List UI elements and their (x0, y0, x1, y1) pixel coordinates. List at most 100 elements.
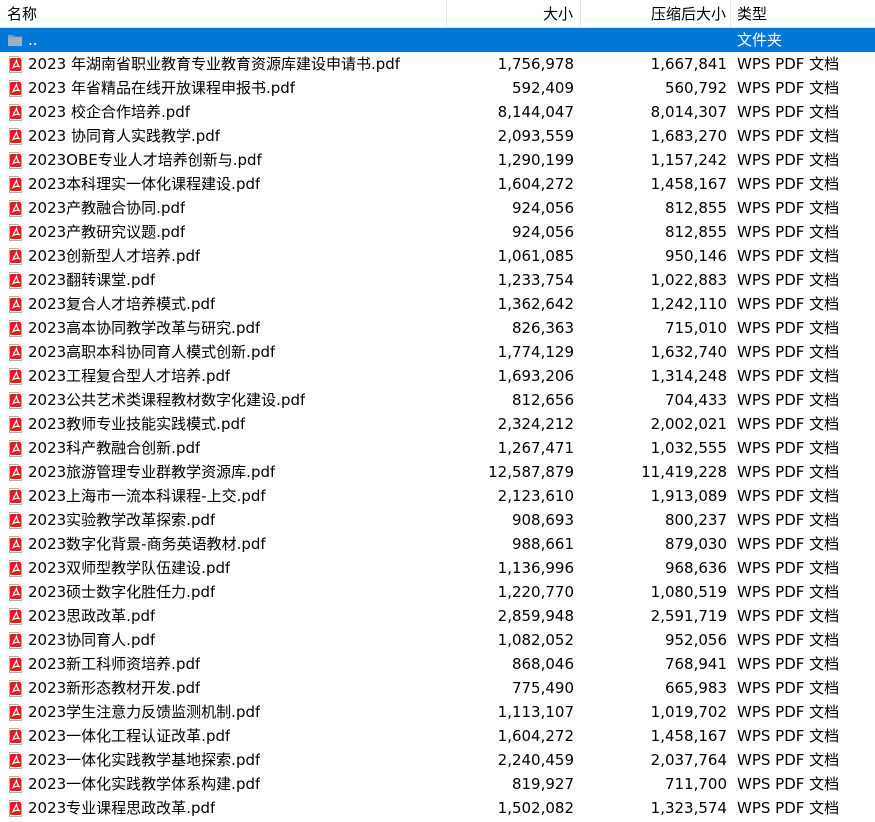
file-row[interactable]: 2023OBE专业人才培养创新与.pdf 1,290,199 1,157,242 WP… (0, 148, 875, 172)
file-name: 2023上海市一流本科课程-上交.pdf (28, 487, 266, 505)
file-packed-size: 1,314,248 (650, 367, 727, 385)
pdf-file-icon (7, 679, 23, 697)
file-size: 908,693 (511, 511, 574, 529)
file-name: 2023新工科师资培养.pdf (28, 655, 201, 673)
file-row[interactable]: 2023工程复合型人才培养.pdf 1,693,206 1,314,248 WPS P… (0, 364, 875, 388)
file-name: 2023本科理实一体化课程建设.pdf (28, 175, 261, 193)
file-row[interactable]: 2023高职本科协同育人模式创新.pdf 1,774,129 1,632,740 WP… (0, 340, 875, 364)
file-row[interactable]: 2023一体化工程认证改革.pdf 1,604,272 1,458,167 WPS P… (0, 724, 875, 748)
file-row[interactable]: 2023复合人才培养模式.pdf 1,362,642 1,242,110 WPS PD… (0, 292, 875, 316)
file-size: 1,082,052 (497, 631, 574, 649)
file-name: 2023翻转课堂.pdf (28, 271, 156, 289)
parent-folder-row[interactable]: .. 文件夹 (0, 28, 875, 52)
file-row[interactable]: 2023上海市一流本科课程-上交.pdf 2,123,610 1,913,089 WP… (0, 484, 875, 508)
pdf-file-icon (7, 535, 23, 553)
file-row[interactable]: 2023 协同育人实践教学.pdf 2,093,559 1,683,270 WPS P… (0, 124, 875, 148)
file-size: 2,240,459 (497, 751, 574, 769)
file-packed-size: 704,433 (664, 391, 727, 409)
file-type: WPS PDF 文档 (737, 775, 840, 793)
file-row[interactable]: 2023一体化实践教学体系构建.pdf 819,927 711,700 WPS PDF… (0, 772, 875, 796)
file-row[interactable]: 2023高本协同教学改革与研究.pdf 826,363 715,010 WPS PDF… (0, 316, 875, 340)
file-name-cell: 2023教师专业技能实践模式.pdf (0, 412, 447, 436)
file-name: 2023数字化背景-商务英语教材.pdf (28, 535, 266, 553)
file-name: 2023高本协同教学改革与研究.pdf (28, 319, 261, 337)
file-size: 1,693,206 (497, 367, 574, 385)
file-name: 2023产教研究议题.pdf (28, 223, 186, 241)
file-row[interactable]: 2023实验教学改革探索.pdf 908,693 800,237 WPS PDF 文档 (0, 508, 875, 532)
file-row[interactable]: 2023思政改革.pdf 2,859,948 2,591,719 WPS PDF 文档 (0, 604, 875, 628)
column-header-type-label: 类型 (737, 5, 768, 23)
file-size: 1,604,272 (497, 727, 574, 745)
file-type: WPS PDF 文档 (737, 367, 840, 385)
file-list[interactable]: 名称 ^ 大小 压缩后大小 类型 .. 文 (0, 0, 875, 822)
file-row[interactable]: 2023 校企合作培养.pdf 8,144,047 8,014,307 WPS PDF… (0, 100, 875, 124)
file-size: 2,324,212 (497, 415, 574, 433)
file-row[interactable]: 2023产教融合协同.pdf 924,056 812,855 WPS PDF 文档 (0, 196, 875, 220)
file-type: WPS PDF 文档 (737, 319, 840, 337)
file-packed-size: 8,014,307 (650, 103, 727, 121)
file-size: 2,093,559 (497, 127, 574, 145)
file-row[interactable]: 2023一体化实践教学基地探索.pdf 2,240,459 2,037,764 WPS… (0, 748, 875, 772)
file-type: WPS PDF 文档 (737, 631, 840, 649)
file-type: WPS PDF 文档 (737, 103, 840, 121)
file-row[interactable]: 2023双师型教学队伍建设.pdf 1,136,996 968,636 WPS PDF… (0, 556, 875, 580)
pdf-file-icon (7, 415, 23, 433)
pdf-file-icon (7, 247, 23, 265)
file-row[interactable]: 2023专业课程思政改革.pdf 1,502,082 1,323,574 WPS PD… (0, 796, 875, 820)
file-type: WPS PDF 文档 (737, 655, 840, 673)
file-type: WPS PDF 文档 (737, 559, 840, 577)
file-row[interactable]: 2023协同育人.pdf 1,082,052 952,056 WPS PDF 文档 (0, 628, 875, 652)
file-type: WPS PDF 文档 (737, 439, 840, 457)
file-row[interactable]: 2023产教研究议题.pdf 924,056 812,855 WPS PDF 文档 (0, 220, 875, 244)
file-size: 1,502,082 (497, 799, 574, 817)
file-row[interactable]: 2023硕士数字化胜任力.pdf 1,220,770 1,080,519 WPS PD… (0, 580, 875, 604)
column-header-size[interactable]: 大小 (447, 0, 581, 27)
column-header-bar: 名称 ^ 大小 压缩后大小 类型 (0, 0, 875, 28)
file-row[interactable]: 2023公共艺术类课程教材数字化建设.pdf 812,656 704,433 WPS … (0, 388, 875, 412)
file-packed-size: 2,002,021 (650, 415, 727, 433)
file-size: 1,233,754 (497, 271, 574, 289)
pdf-file-icon (7, 607, 23, 625)
file-row[interactable]: 2023翻转课堂.pdf 1,233,754 1,022,883 WPS PDF 文档 (0, 268, 875, 292)
pdf-file-icon (7, 223, 23, 241)
file-type: WPS PDF 文档 (737, 127, 840, 145)
column-header-name[interactable]: 名称 ^ (0, 0, 447, 27)
pdf-file-icon (7, 751, 23, 769)
column-header-type[interactable]: 类型 (731, 0, 875, 27)
file-packed-size: 1,458,167 (650, 727, 727, 745)
file-name: 2023专业课程思政改革.pdf (28, 799, 216, 817)
file-name: 2023 年省精品在线开放课程申报书.pdf (28, 79, 296, 97)
file-type: WPS PDF 文档 (737, 151, 840, 169)
file-size: 1,267,471 (497, 439, 574, 457)
file-row[interactable]: 2023 年省精品在线开放课程申报书.pdf 592,409 560,792 WPS … (0, 76, 875, 100)
file-row[interactable]: 2023创新型人才培养.pdf 1,061,085 950,146 WPS PDF 文… (0, 244, 875, 268)
file-row[interactable]: 2023学生注意力反馈监测机制.pdf 1,113,107 1,019,702 WPS… (0, 700, 875, 724)
pdf-file-icon (7, 559, 23, 577)
file-packed-size: 812,855 (664, 223, 727, 241)
file-row[interactable]: 2023新工科师资培养.pdf 868,046 768,941 WPS PDF 文档 (0, 652, 875, 676)
file-row[interactable]: 2023旅游管理专业群教学资源库.pdf 12,587,879 11,419,228… (0, 460, 875, 484)
column-header-packed-size[interactable]: 压缩后大小 (581, 0, 731, 27)
file-row[interactable]: 2023数字化背景-商务英语教材.pdf 988,661 879,030 WPS PD… (0, 532, 875, 556)
file-name: 2023一体化实践教学体系构建.pdf (28, 775, 261, 793)
file-size: 924,056 (511, 223, 574, 241)
file-row[interactable]: 2023 年湖南省职业教育专业教育资源库建设申请书.pdf 1,756,978 1,… (0, 52, 875, 76)
file-size: 2,859,948 (497, 607, 574, 625)
file-row[interactable]: 2023教师专业技能实践模式.pdf 2,324,212 2,002,021 WPS … (0, 412, 875, 436)
file-name-cell: 2023双师型教学队伍建设.pdf (0, 556, 447, 580)
file-row[interactable]: 2023本科理实一体化课程建设.pdf 1,604,272 1,458,167 WPS… (0, 172, 875, 196)
folder-up-icon (7, 31, 23, 49)
file-type: WPS PDF 文档 (737, 79, 840, 97)
file-name: 2023旅游管理专业群教学资源库.pdf (28, 463, 276, 481)
pdf-file-icon (7, 271, 23, 289)
file-name-cell: 2023 年湖南省职业教育专业教育资源库建设申请书.pdf (0, 52, 447, 76)
file-size: 819,927 (511, 775, 574, 793)
file-type: WPS PDF 文档 (737, 271, 840, 289)
file-name-cell: 2023高职本科协同育人模式创新.pdf (0, 340, 447, 364)
file-name: 2023 协同育人实践教学.pdf (28, 127, 221, 145)
file-name-cell: 2023旅游管理专业群教学资源库.pdf (0, 460, 447, 484)
file-row[interactable]: 2023新形态教材开发.pdf 775,490 665,983 WPS PDF 文档 (0, 676, 875, 700)
file-row[interactable]: 2023科产教融合创新.pdf 1,267,471 1,032,555 WPS PDF… (0, 436, 875, 460)
pdf-file-icon (7, 655, 23, 673)
file-size: 826,363 (511, 319, 574, 337)
